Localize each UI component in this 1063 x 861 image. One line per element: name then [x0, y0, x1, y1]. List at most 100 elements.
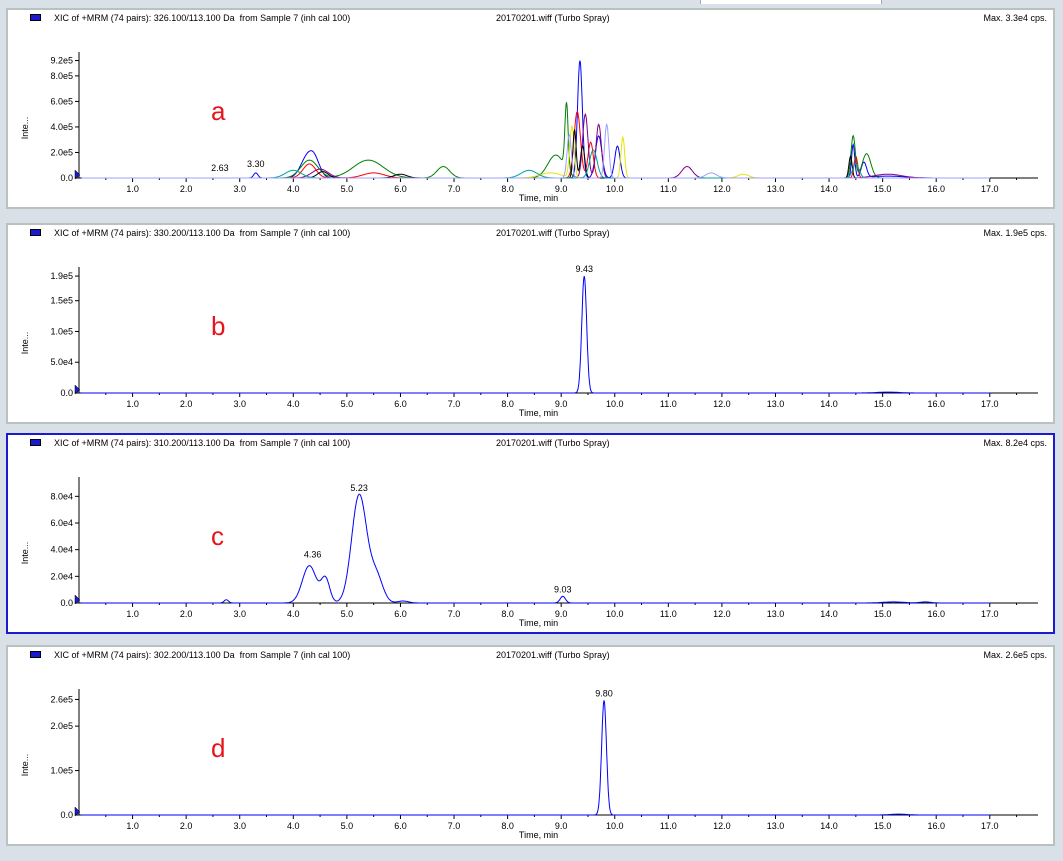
- x-tick-label: 13.0: [767, 399, 785, 409]
- x-tick-label: 7.0: [448, 184, 461, 194]
- y-tick-label: 2.6e5: [50, 694, 73, 704]
- y-tick-label: 4.0e5: [50, 122, 73, 132]
- x-tick-label: 7.0: [448, 399, 461, 409]
- x-tick-label: 2.0: [180, 184, 193, 194]
- y-tick-label: 8.0e4: [50, 491, 73, 501]
- x-tick-label: 1.0: [126, 609, 139, 619]
- peak-label: 5.23: [350, 483, 368, 493]
- peak-label: 3.30: [247, 159, 265, 169]
- y-tick-label: 8.0e5: [50, 71, 73, 81]
- panel-letter: c: [211, 521, 224, 551]
- chromatogram-plot[interactable]: 1.0 2.0 3.0 4.0 5.0 6.0 7.0 8.0 9.0 10.0 11.0 12.0 1…: [8, 10, 1053, 207]
- panel-letter: a: [211, 96, 226, 126]
- chromatogram-panel-d[interactable]: XIC of +MRM (74 pairs): 302.200/113.100 …: [6, 645, 1055, 846]
- x-tick-label: 15.0: [874, 821, 892, 831]
- x-tick-label: 13.0: [767, 609, 785, 619]
- x-tick-label: 17.0: [981, 399, 999, 409]
- y-tick-label: 2.0e5: [50, 147, 73, 157]
- x-tick-label: 11.0: [660, 609, 677, 619]
- y-tick-label: 0.0: [60, 388, 73, 398]
- x-tick-label: 17.0: [981, 609, 999, 619]
- x-tick-label: 5.0: [341, 821, 354, 831]
- x-tick-label: 7.0: [448, 821, 461, 831]
- x-tick-label: 5.0: [341, 399, 354, 409]
- x-tick-label: 4.0: [287, 399, 300, 409]
- x-tick-label: 4.0: [287, 184, 300, 194]
- chromatogram-plot[interactable]: 1.0 2.0 3.0 4.0 5.0 6.0 7.0 8.0 9.0 10.0 11.0 12.0 1…: [8, 435, 1053, 632]
- y-tick-label: 6.0e4: [50, 518, 73, 528]
- x-tick-label: 6.0: [394, 821, 407, 831]
- x-tick-label: 8.0: [501, 399, 514, 409]
- x-tick-label: 16.0: [927, 184, 945, 194]
- y-axis-label: Inte...: [20, 117, 30, 140]
- x-tick-label: 5.0: [341, 184, 354, 194]
- peak-label: 9.80: [595, 688, 613, 698]
- x-tick-label: 11.0: [660, 821, 677, 831]
- y-tick-label: 1.0e5: [50, 326, 73, 336]
- x-tick-label: 4.0: [287, 821, 300, 831]
- x-axis-label: Time, min: [519, 193, 558, 203]
- y-tick-label: 4.0e4: [50, 545, 73, 555]
- x-tick-label: 2.0: [180, 821, 193, 831]
- x-tick-label: 15.0: [874, 609, 892, 619]
- y-tick-label: 0.0: [60, 810, 73, 820]
- x-tick-label: 17.0: [981, 821, 999, 831]
- peak-label: 9.03: [554, 584, 572, 594]
- x-tick-label: 3.0: [233, 399, 246, 409]
- x-tick-label: 10.0: [606, 184, 624, 194]
- x-tick-label: 12.0: [713, 184, 731, 194]
- y-axis-label: Inte...: [20, 754, 30, 777]
- chromatogram-plot[interactable]: 1.0 2.0 3.0 4.0 5.0 6.0 7.0 8.0 9.0 10.0 11.0 12.0 1…: [8, 225, 1053, 422]
- x-tick-label: 8.0: [501, 184, 514, 194]
- x-tick-label: 13.0: [767, 184, 785, 194]
- chromatogram-panel-b[interactable]: XIC of +MRM (74 pairs): 330.200/113.100 …: [6, 223, 1055, 424]
- x-tick-label: 3.0: [233, 609, 246, 619]
- x-tick-label: 17.0: [981, 184, 999, 194]
- y-tick-label: 0.0: [60, 598, 73, 608]
- x-tick-label: 10.0: [606, 399, 624, 409]
- peak-label: 4.36: [304, 550, 322, 560]
- x-tick-label: 4.0: [287, 609, 300, 619]
- x-tick-label: 14.0: [820, 399, 838, 409]
- x-tick-label: 1.0: [126, 399, 139, 409]
- x-tick-label: 3.0: [233, 821, 246, 831]
- x-tick-label: 16.0: [927, 399, 945, 409]
- x-tick-label: 14.0: [820, 821, 838, 831]
- x-tick-label: 6.0: [394, 399, 407, 409]
- x-tick-label: 5.0: [341, 609, 354, 619]
- x-tick-label: 14.0: [820, 609, 838, 619]
- y-tick-label: 2.0e4: [50, 571, 73, 581]
- x-tick-label: 3.0: [233, 184, 246, 194]
- x-tick-label: 15.0: [874, 184, 892, 194]
- y-tick-label: 6.0e5: [50, 96, 73, 106]
- x-tick-label: 16.0: [927, 609, 945, 619]
- x-tick-label: 12.0: [713, 609, 731, 619]
- x-tick-label: 16.0: [927, 821, 945, 831]
- x-tick-label: 12.0: [713, 399, 731, 409]
- x-tick-label: 1.0: [126, 821, 139, 831]
- x-tick-label: 1.0: [126, 184, 139, 194]
- x-tick-label: 8.0: [501, 609, 514, 619]
- peak-label: 9.43: [575, 264, 593, 274]
- x-axis-label: Time, min: [519, 408, 558, 418]
- x-axis-label: Time, min: [519, 830, 558, 840]
- x-tick-label: 13.0: [767, 821, 785, 831]
- x-tick-label: 6.0: [394, 609, 407, 619]
- y-tick-label: 1.0e5: [50, 766, 73, 776]
- chromatogram-panel-a[interactable]: XIC of +MRM (74 pairs): 326.100/113.100 …: [6, 8, 1055, 209]
- x-tick-label: 7.0: [448, 609, 461, 619]
- x-tick-label: 14.0: [820, 184, 838, 194]
- y-axis-label: Inte...: [20, 542, 30, 565]
- panel-letter: d: [211, 733, 225, 763]
- y-tick-label: 9.2e5: [50, 56, 73, 66]
- x-tick-label: 10.0: [606, 821, 624, 831]
- y-tick-label: 0.0: [60, 173, 73, 183]
- x-tick-label: 8.0: [501, 821, 514, 831]
- x-tick-label: 15.0: [874, 399, 892, 409]
- x-tick-label: 2.0: [180, 609, 193, 619]
- chromatogram-plot[interactable]: 1.0 2.0 3.0 4.0 5.0 6.0 7.0 8.0 9.0 10.0 11.0 12.0 1…: [8, 647, 1053, 844]
- panel-letter: b: [211, 311, 225, 341]
- chromatogram-panel-c[interactable]: XIC of +MRM (74 pairs): 310.200/113.100 …: [6, 433, 1055, 634]
- x-tick-label: 6.0: [394, 184, 407, 194]
- y-axis-label: Inte...: [20, 332, 30, 355]
